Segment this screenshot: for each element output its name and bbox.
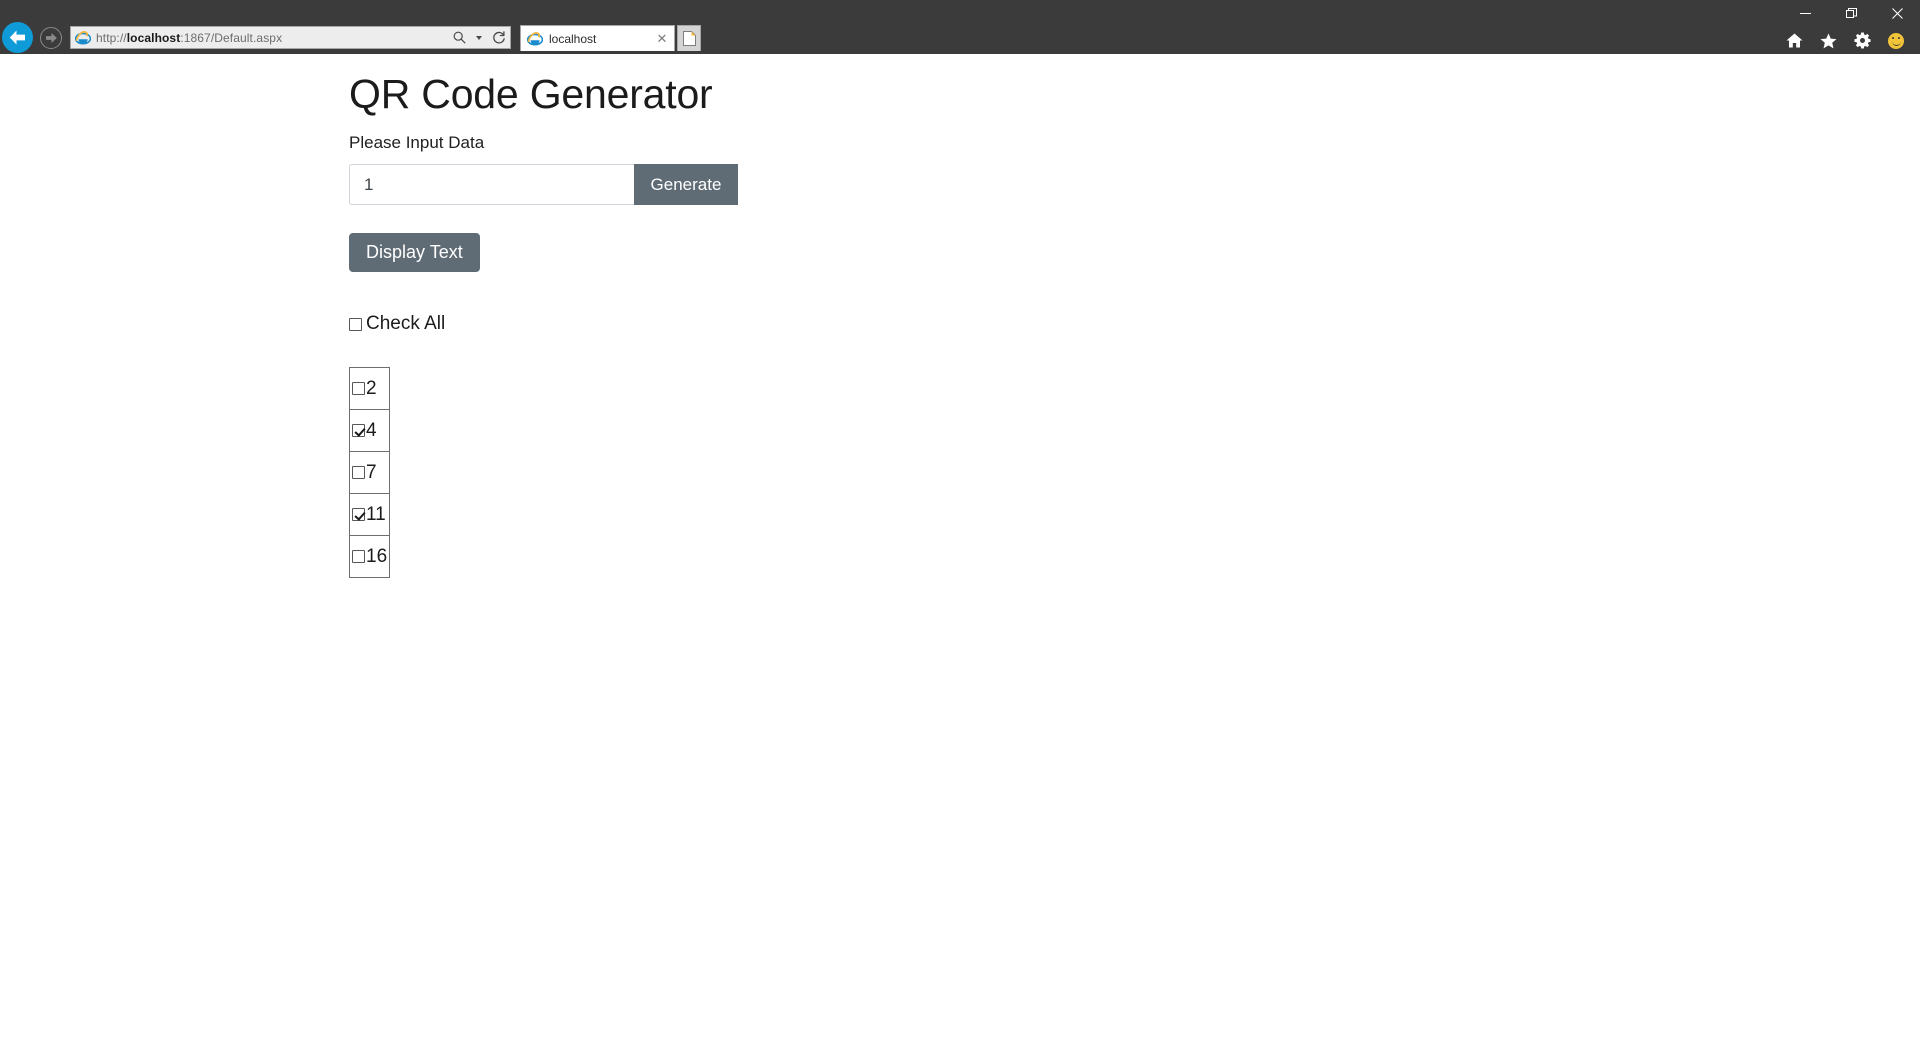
new-tab-button[interactable] (677, 25, 701, 51)
checkbox-list-table: 2 4 7 11 16 (348, 367, 391, 579)
table-row[interactable]: 2 (348, 367, 391, 411)
back-arrow-icon (9, 30, 25, 45)
restore-icon (1845, 8, 1857, 18)
navigation-row: http://localhost:1867/Default.aspx local… (0, 21, 701, 54)
list-item-checkbox-4[interactable] (352, 550, 365, 564)
page-title: QR Code Generator (349, 71, 713, 117)
close-button[interactable] (1874, 0, 1920, 27)
browser-chrome: http://localhost:1867/Default.aspx local… (0, 0, 1920, 54)
refresh-icon (493, 30, 505, 44)
url-prefix: http:// (96, 30, 127, 45)
list-item-label-1: 4 (366, 420, 377, 442)
table-cell[interactable]: 2 (348, 367, 391, 411)
table-cell[interactable]: 11 (348, 493, 391, 537)
input-label: Please Input Data (349, 133, 485, 153)
check-all-label: Check All (366, 313, 446, 335)
table-row[interactable]: 11 (348, 493, 391, 537)
search-button[interactable] (450, 28, 468, 48)
settings-gear-icon (1853, 32, 1871, 49)
check-all-row[interactable]: Check All (349, 313, 1920, 335)
check-all-checkbox[interactable] (349, 317, 362, 331)
chevron-down-icon (476, 35, 482, 40)
table-cell[interactable]: 7 (348, 451, 391, 495)
page-content: QR Code Generator Please Input Data Gene… (0, 54, 1920, 579)
settings-button[interactable] (1852, 31, 1872, 51)
feedback-smiley-icon (1888, 32, 1904, 49)
list-item-label-2: 7 (366, 462, 377, 484)
table-row[interactable]: 4 (348, 409, 391, 453)
input-group: Generate (349, 164, 738, 206)
list-item-label-0: 2 (366, 378, 377, 400)
url-suffix: :1867/Default.aspx (180, 30, 283, 45)
table-row[interactable]: 16 (348, 535, 391, 579)
page-viewport: QR Code Generator Please Input Data Gene… (0, 54, 1920, 1038)
tab-title: localhost (549, 31, 597, 46)
list-item-checkbox-0[interactable] (352, 382, 365, 396)
list-item-checkbox-2[interactable] (352, 466, 365, 480)
generate-button[interactable]: Generate (634, 164, 738, 206)
forward-arrow-icon (45, 32, 57, 43)
address-actions (450, 28, 508, 48)
tab-strip: localhost ✕ (520, 24, 701, 51)
restore-button[interactable] (1828, 0, 1874, 27)
window-controls (1782, 0, 1920, 27)
url-host: localhost (126, 30, 181, 45)
tab-localhost[interactable]: localhost ✕ (520, 25, 675, 51)
refresh-button[interactable] (490, 28, 508, 48)
home-icon (1786, 33, 1802, 48)
display-text-button[interactable]: Display Text (349, 233, 480, 273)
feedback-button[interactable] (1886, 31, 1906, 51)
home-button[interactable] (1784, 31, 1804, 51)
address-url: http://localhost:1867/Default.aspx (96, 31, 450, 45)
list-item-label-4: 16 (366, 546, 388, 568)
list-item-checkbox-1[interactable] (352, 424, 365, 438)
table-cell[interactable]: 16 (348, 535, 391, 579)
list-item-3[interactable]: 11 (352, 505, 387, 524)
search-icon (453, 31, 466, 44)
list-item-4[interactable]: 16 (352, 547, 387, 566)
search-dropdown-button[interactable] (470, 28, 488, 48)
list-item-1[interactable]: 4 (352, 421, 387, 440)
table-cell[interactable]: 4 (348, 409, 391, 453)
favorites-button[interactable] (1818, 31, 1838, 51)
ie-favicon-address-icon (75, 30, 91, 44)
list-item-checkbox-3[interactable] (352, 508, 365, 522)
minimize-button[interactable] (1782, 0, 1828, 27)
back-button[interactable] (2, 22, 33, 53)
tab-close-icon[interactable]: ✕ (654, 31, 670, 47)
forward-button[interactable] (40, 26, 62, 49)
data-input[interactable] (349, 164, 634, 206)
command-bar (1784, 27, 1912, 54)
table-row[interactable]: 7 (348, 451, 391, 495)
list-item-label-3: 11 (366, 504, 386, 526)
minimize-icon (1799, 13, 1811, 14)
close-icon (1891, 8, 1903, 19)
list-item-2[interactable]: 7 (352, 463, 387, 482)
ie-favicon-tab-icon (527, 31, 543, 45)
favorites-star-icon (1820, 33, 1836, 48)
address-bar[interactable]: http://localhost:1867/Default.aspx (70, 26, 511, 49)
checkbox-list-body: 2 4 7 11 16 (348, 367, 391, 579)
list-item-0[interactable]: 2 (352, 379, 387, 398)
new-tab-icon (682, 31, 696, 46)
